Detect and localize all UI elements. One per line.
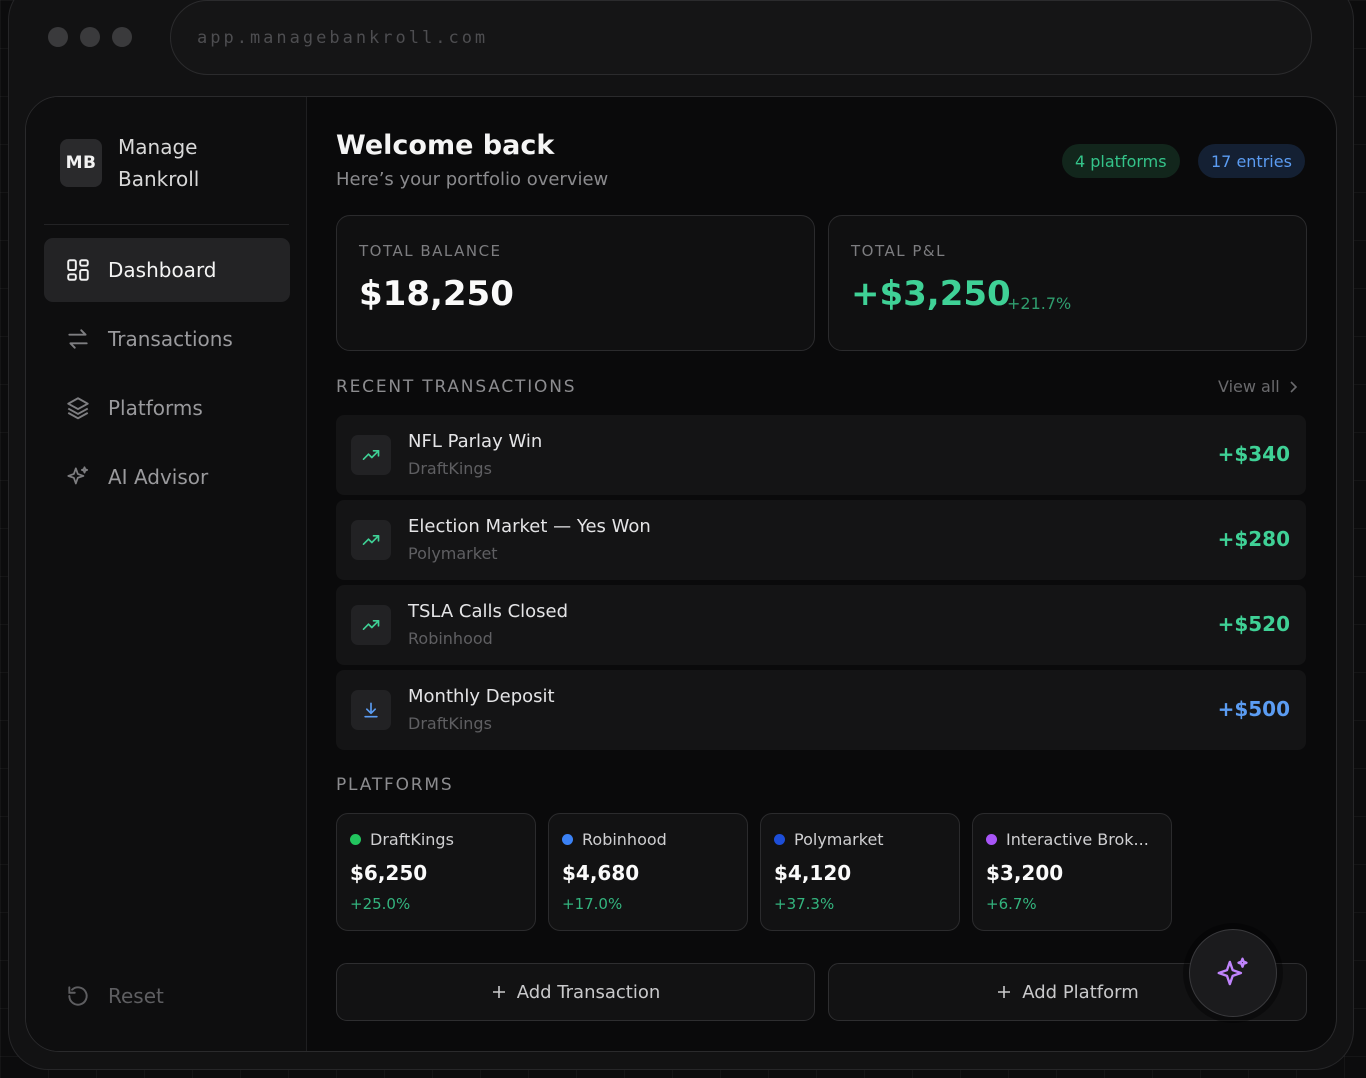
brand-logo: MB <box>60 139 102 187</box>
platforms-heading: PLATFORMS <box>336 775 454 795</box>
stat-label: TOTAL P&L <box>851 242 946 260</box>
page-title: Welcome back <box>336 130 555 161</box>
sidebar-divider <box>44 224 289 225</box>
platform-change: +37.3% <box>774 895 835 913</box>
total-pnl-card: TOTAL P&L +$3,250 +21.7% <box>828 215 1307 351</box>
maximize-window-dot[interactable] <box>112 27 132 47</box>
brand[interactable]: MB Manage Bankroll <box>60 131 199 195</box>
transaction-amount: +$340 <box>1217 442 1290 466</box>
transaction-amount: +$520 <box>1217 612 1290 636</box>
platform-balance: $3,200 <box>986 861 1064 885</box>
trending-up-icon <box>351 435 391 475</box>
app-window: MB Manage Bankroll Dashboard Transaction… <box>25 96 1337 1052</box>
platforms-count-badge: 4 platforms <box>1062 144 1180 178</box>
add-platform-label: Add Platform <box>1022 981 1139 1003</box>
trending-up-icon <box>351 520 391 560</box>
sparkle-icon <box>64 463 92 491</box>
platform-name: DraftKings <box>350 830 454 849</box>
platform-change: +6.7% <box>986 895 1037 913</box>
status-dot-icon <box>562 834 573 845</box>
platforms-grid: DraftKings $6,250 +25.0% Robinhood $4,68… <box>336 813 1172 931</box>
brand-name-line2: Bankroll <box>118 167 200 191</box>
sidebar-item-label: Dashboard <box>108 258 217 282</box>
sidebar-item-ai-advisor[interactable]: AI Advisor <box>44 445 290 509</box>
page-subtitle: Here’s your portfolio overview <box>336 169 609 190</box>
platform-name: Interactive Brok... <box>986 830 1149 849</box>
total-balance-card: TOTAL BALANCE $18,250 <box>336 215 815 351</box>
transaction-row[interactable]: Monthly Deposit DraftKings +$500 <box>336 670 1306 750</box>
add-transaction-button[interactable]: Add Transaction <box>336 963 815 1021</box>
ai-assistant-button[interactable] <box>1189 929 1277 1017</box>
view-all-label: View all <box>1218 377 1280 396</box>
transaction-row[interactable]: TSLA Calls Closed Robinhood +$520 <box>336 585 1306 665</box>
minimize-window-dot[interactable] <box>80 27 100 47</box>
reset-icon <box>64 982 92 1010</box>
platform-change: +25.0% <box>350 895 411 913</box>
transaction-platform: Robinhood <box>408 629 493 648</box>
transaction-row[interactable]: Election Market — Yes Won Polymarket +$2… <box>336 500 1306 580</box>
total-balance-value: $18,250 <box>359 274 514 314</box>
sidebar-nav: Dashboard Transactions Platforms AI Advi… <box>44 238 290 514</box>
transaction-platform: Polymarket <box>408 544 498 563</box>
reset-button[interactable]: Reset <box>64 982 164 1010</box>
url-text: app.managebankroll.com <box>197 27 489 48</box>
sidebar-item-transactions[interactable]: Transactions <box>44 307 290 371</box>
transaction-platform: DraftKings <box>408 459 492 478</box>
platform-card-interactive-brokers[interactable]: Interactive Brok... $3,200 +6.7% <box>972 813 1172 931</box>
view-all-link[interactable]: View all <box>1218 377 1298 396</box>
platform-card-polymarket[interactable]: Polymarket $4,120 +37.3% <box>760 813 960 931</box>
transaction-row[interactable]: NFL Parlay Win DraftKings +$340 <box>336 415 1306 495</box>
sidebar-item-label: Platforms <box>108 396 203 420</box>
status-dot-icon <box>774 834 785 845</box>
sidebar-item-platforms[interactable]: Platforms <box>44 376 290 440</box>
brand-name-line1: Manage <box>118 135 198 159</box>
platform-card-draftkings[interactable]: DraftKings $6,250 +25.0% <box>336 813 536 931</box>
transactions-list: NFL Parlay Win DraftKings +$340 Election… <box>336 415 1306 755</box>
sidebar-item-label: Transactions <box>108 327 233 351</box>
total-pnl-value: +$3,250 <box>851 274 1011 314</box>
brand-name: Manage Bankroll <box>118 131 199 195</box>
grid-icon <box>64 256 92 284</box>
sidebar: MB Manage Bankroll Dashboard Transaction… <box>26 97 307 1051</box>
transaction-title: Election Market — Yes Won <box>408 516 651 537</box>
transaction-title: TSLA Calls Closed <box>408 601 569 622</box>
platform-change: +17.0% <box>562 895 623 913</box>
transaction-title: NFL Parlay Win <box>408 431 543 452</box>
platform-balance: $4,680 <box>562 861 640 885</box>
arrows-swap-icon <box>64 325 92 353</box>
chevron-right-icon <box>1290 380 1297 393</box>
main-content: Welcome back Here’s your portfolio overv… <box>336 97 1308 1051</box>
trending-up-icon <box>351 605 391 645</box>
add-transaction-label: Add Transaction <box>516 981 661 1003</box>
entries-count-badge: 17 entries <box>1198 144 1305 178</box>
plus-icon <box>492 986 505 998</box>
status-dot-icon <box>350 834 361 845</box>
address-bar[interactable]: app.managebankroll.com <box>170 0 1312 75</box>
platform-card-robinhood[interactable]: Robinhood $4,680 +17.0% <box>548 813 748 931</box>
transaction-amount: +$500 <box>1217 697 1290 721</box>
transaction-title: Monthly Deposit <box>408 686 555 707</box>
stat-label: TOTAL BALANCE <box>359 242 502 260</box>
sidebar-item-label: AI Advisor <box>108 465 209 489</box>
sparkle-icon <box>1217 957 1248 986</box>
platform-balance: $4,120 <box>774 861 852 885</box>
close-window-dot[interactable] <box>48 27 68 47</box>
layers-icon <box>64 394 92 422</box>
transaction-amount: +$280 <box>1217 527 1290 551</box>
window-controls <box>48 27 132 47</box>
status-dot-icon <box>986 834 997 845</box>
reset-label: Reset <box>108 984 164 1008</box>
plus-icon <box>998 986 1011 998</box>
total-pnl-percent: +21.7% <box>1007 294 1072 313</box>
platform-name: Polymarket <box>774 830 884 849</box>
platform-name: Robinhood <box>562 830 667 849</box>
transaction-platform: DraftKings <box>408 714 492 733</box>
platform-balance: $6,250 <box>350 861 428 885</box>
sidebar-item-dashboard[interactable]: Dashboard <box>44 238 290 302</box>
download-icon <box>351 690 391 730</box>
recent-transactions-heading: RECENT TRANSACTIONS <box>336 377 577 397</box>
